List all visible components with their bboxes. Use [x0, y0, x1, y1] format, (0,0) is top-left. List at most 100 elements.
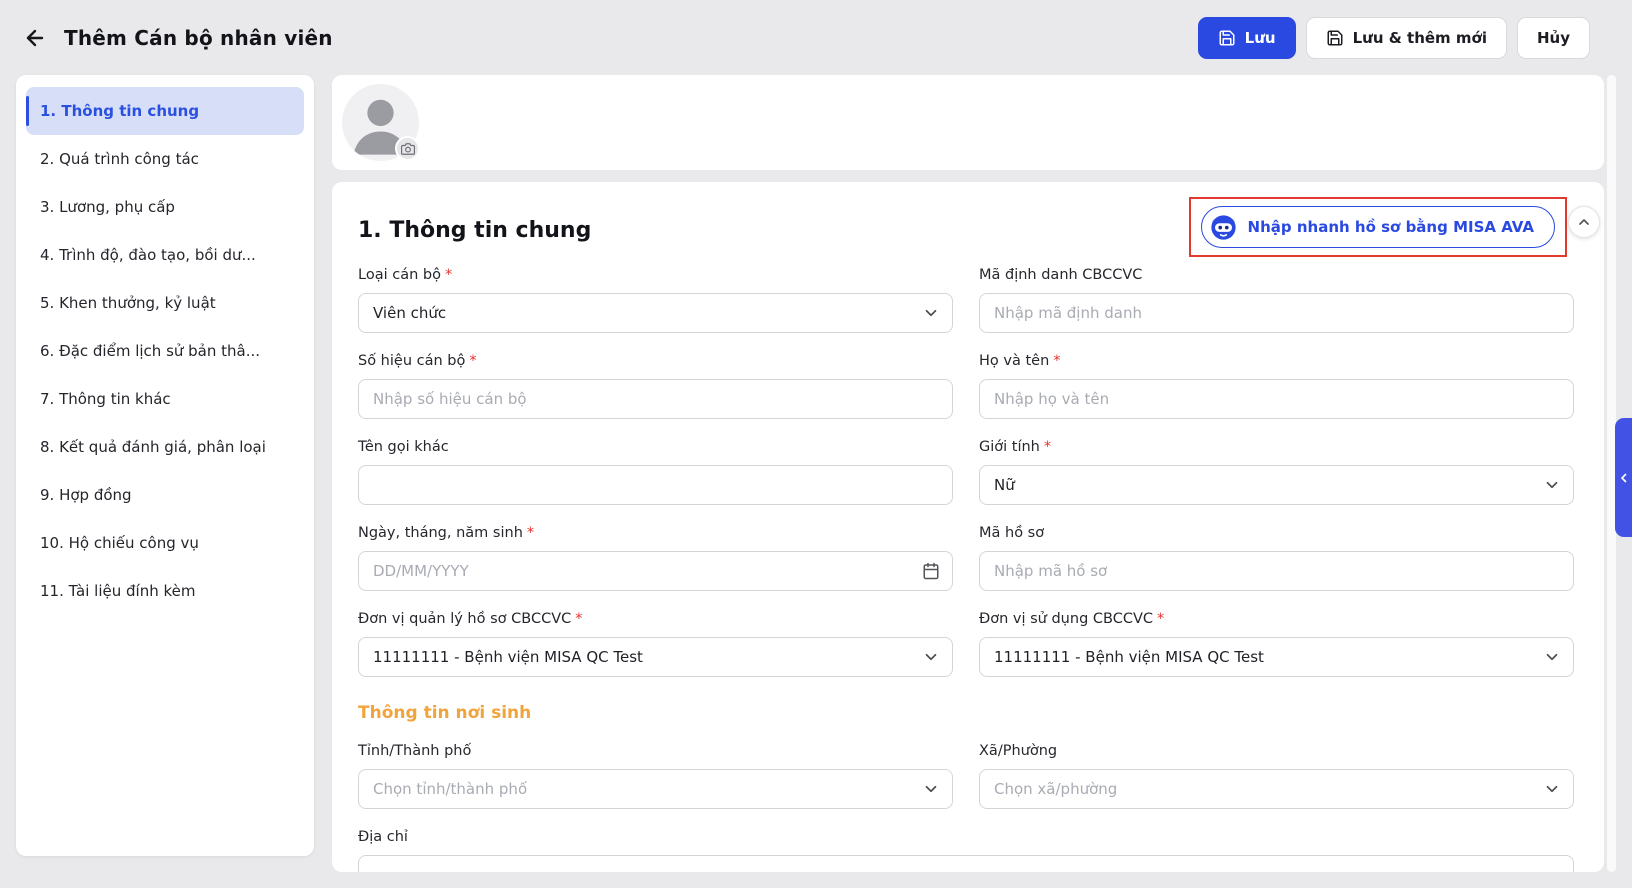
save-and-new-button[interactable]: Lưu & thêm mới	[1306, 17, 1507, 59]
field-staff-number: Số hiệu cán bộ*	[358, 351, 953, 419]
sidebar-item-hop-dong[interactable]: 9. Hợp đồng	[26, 471, 304, 519]
sidebar-item-ho-chieu-cong-vu[interactable]: 10. Hộ chiếu công vụ	[26, 519, 304, 567]
misa-ava-button-label: Nhập nhanh hồ sơ bằng MISA AVA	[1248, 218, 1534, 236]
sidebar-item-tai-lieu-dinh-kem[interactable]: 11. Tài liệu đính kèm	[26, 567, 304, 615]
other-name-control	[358, 465, 953, 505]
address-label: Địa chỉ	[358, 829, 408, 845]
sidebar-item-luong-phu-cap[interactable]: 3. Lương, phụ cấp	[26, 183, 304, 231]
chevron-down-icon	[922, 648, 940, 666]
required-mark: *	[575, 611, 582, 627]
ward-select[interactable]: Chọn xã/phường	[979, 769, 1574, 809]
save-icon	[1218, 29, 1236, 47]
gender-select[interactable]: Nữ	[979, 465, 1574, 505]
ward-label: Xã/Phường	[979, 743, 1057, 759]
chevron-down-icon	[1543, 780, 1561, 798]
cancel-button[interactable]: Hủy	[1517, 17, 1590, 59]
profile-code-input[interactable]	[994, 552, 1559, 590]
address-control	[358, 855, 1574, 872]
address-input[interactable]	[373, 856, 1559, 872]
cancel-button-label: Hủy	[1537, 29, 1570, 47]
ward-placeholder: Chọn xã/phường	[994, 780, 1117, 798]
full-name-control	[979, 379, 1574, 419]
using-unit-select[interactable]: 11111111 - Bệnh viện MISA QC Test	[979, 637, 1574, 677]
full-name-input[interactable]	[994, 380, 1559, 418]
misa-ava-robot-icon	[1210, 214, 1237, 241]
birth-date-label: Ngày, tháng, năm sinh	[358, 525, 523, 541]
sidebar-item-thong-tin-chung[interactable]: 1. Thông tin chung	[26, 87, 304, 135]
avatar-card	[332, 75, 1604, 170]
field-birth-date: Ngày, tháng, năm sinh*	[358, 523, 953, 591]
field-ward: Xã/Phường Chọn xã/phường	[979, 741, 1574, 809]
save-button[interactable]: Lưu	[1198, 17, 1296, 59]
save-and-new-button-label: Lưu & thêm mới	[1353, 29, 1487, 47]
sidebar-item-thong-tin-khac[interactable]: 7. Thông tin khác	[26, 375, 304, 423]
page-header: Thêm Cán bộ nhân viên Lưu Lưu & thêm mới…	[0, 0, 1632, 75]
camera-icon	[401, 142, 415, 156]
province-select[interactable]: Chọn tỉnh/thành phố	[358, 769, 953, 809]
general-info-form: Loại cán bộ * Viên chức Mã định danh CBCC…	[358, 265, 1574, 872]
staff-number-control	[358, 379, 953, 419]
back-arrow-icon	[23, 26, 47, 50]
staff-number-input[interactable]	[373, 380, 938, 418]
identity-code-control	[979, 293, 1574, 333]
save-icon	[1326, 29, 1344, 47]
managing-unit-select[interactable]: 11111111 - Bệnh viện MISA QC Test	[358, 637, 953, 677]
expand-panel-tab[interactable]	[1615, 418, 1632, 537]
managing-unit-label: Đơn vị quản lý hồ sơ CBCCVC	[358, 611, 571, 627]
other-name-input[interactable]	[373, 466, 938, 504]
field-profile-code: Mã hồ sơ	[979, 523, 1574, 591]
annotation-highlight: Nhập nhanh hồ sơ bằng MISA AVA	[1189, 197, 1567, 257]
staff-type-label: Loại cán bộ	[358, 267, 441, 283]
back-button[interactable]	[18, 21, 52, 55]
using-unit-label: Đơn vị sử dụng CBCCVC	[979, 611, 1153, 627]
header-actions: Lưu Lưu & thêm mới Hủy	[1198, 17, 1590, 59]
profile-code-control	[979, 551, 1574, 591]
field-identity-code: Mã định danh CBCCVC	[979, 265, 1574, 333]
staff-type-value: Viên chức	[373, 304, 446, 322]
full-name-label: Họ và tên	[979, 353, 1049, 369]
staff-type-select[interactable]: Viên chức	[358, 293, 953, 333]
required-mark: *	[1044, 439, 1051, 455]
using-unit-value: 11111111 - Bệnh viện MISA QC Test	[994, 648, 1264, 666]
profile-code-label: Mã hồ sơ	[979, 525, 1044, 541]
upload-photo-button[interactable]	[395, 136, 420, 161]
chevron-down-icon	[1543, 476, 1561, 494]
required-mark: *	[469, 353, 476, 369]
chevron-down-icon	[922, 304, 940, 322]
sidebar-item-dac-diem-lich-su[interactable]: 6. Đặc điểm lịch sử bản thâ...	[26, 327, 304, 375]
managing-unit-value: 11111111 - Bệnh viện MISA QC Test	[373, 648, 643, 666]
sidebar-item-trinh-do-dao-tao[interactable]: 4. Trình độ, đào tạo, bồi dư...	[26, 231, 304, 279]
identity-code-input[interactable]	[994, 294, 1559, 332]
field-managing-unit: Đơn vị quản lý hồ sơ CBCCVC* 11111111 - …	[358, 609, 953, 677]
other-name-label: Tên gọi khác	[358, 439, 449, 455]
page-title: Thêm Cán bộ nhân viên	[64, 26, 333, 50]
calendar-icon[interactable]	[922, 562, 940, 580]
general-info-card: 1. Thông tin chung Nhập nhanh hồ sơ bằng…	[332, 182, 1604, 872]
field-address: Địa chỉ	[358, 827, 1574, 872]
required-mark: *	[1157, 611, 1164, 627]
sidebar-item-qua-trinh-cong-tac[interactable]: 2. Quá trình công tác	[26, 135, 304, 183]
sidebar-item-ket-qua-danh-gia[interactable]: 8. Kết quả đánh giá, phân loại	[26, 423, 304, 471]
chevron-left-icon	[1618, 472, 1630, 484]
chevron-up-icon	[1576, 214, 1592, 230]
add-employee-page: Thêm Cán bộ nhân viên Lưu Lưu & thêm mới…	[0, 0, 1632, 888]
field-full-name: Họ và tên*	[979, 351, 1574, 419]
field-using-unit: Đơn vị sử dụng CBCCVC* 11111111 - Bệnh v…	[979, 609, 1574, 677]
section-sidebar: 1. Thông tin chung 2. Quá trình công tác…	[16, 75, 314, 856]
collapse-section-button[interactable]	[1568, 206, 1600, 238]
sidebar-item-khen-thuong-ky-luat[interactable]: 5. Khen thưởng, kỷ luật	[26, 279, 304, 327]
gender-label: Giới tính	[979, 439, 1040, 455]
identity-code-label: Mã định danh CBCCVC	[979, 267, 1142, 283]
field-province: Tỉnh/Thành phố Chọn tỉnh/thành phố	[358, 741, 953, 809]
required-mark: *	[1053, 353, 1060, 369]
province-label: Tỉnh/Thành phố	[358, 743, 471, 759]
birthplace-section-heading: Thông tin nơi sinh	[358, 703, 1574, 723]
province-placeholder: Chọn tỉnh/thành phố	[373, 780, 527, 798]
field-gender: Giới tính* Nữ	[979, 437, 1574, 505]
gender-value: Nữ	[994, 476, 1015, 494]
staff-number-label: Số hiệu cán bộ	[358, 353, 465, 369]
field-other-name: Tên gọi khác	[358, 437, 953, 505]
birth-date-input[interactable]	[373, 552, 938, 590]
misa-ava-quick-fill-button[interactable]: Nhập nhanh hồ sơ bằng MISA AVA	[1201, 206, 1555, 248]
save-button-label: Lưu	[1245, 29, 1276, 47]
